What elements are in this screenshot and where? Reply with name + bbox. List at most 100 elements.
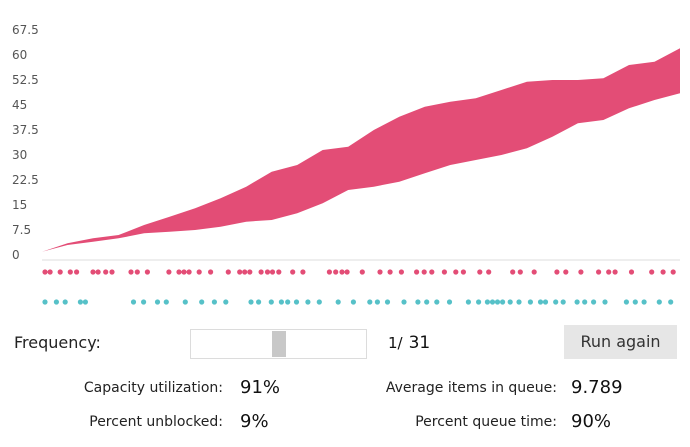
arrival-dot [57, 269, 63, 275]
arrival-dot [237, 269, 243, 275]
departure-dot [82, 299, 88, 305]
departure-dot [668, 299, 674, 305]
departure-dot [489, 299, 496, 305]
arrival-dot [333, 269, 339, 275]
arrival-dot [247, 269, 253, 275]
arrival-dot [242, 269, 248, 275]
departure-dot [582, 299, 588, 305]
arrival-dot [47, 269, 53, 275]
arrival-dot [414, 269, 420, 275]
arrival-dot [486, 269, 492, 275]
arrival-dot [225, 269, 231, 275]
departure-dot [537, 299, 544, 305]
arrival-dot [326, 269, 332, 275]
arrival-dot [42, 269, 48, 275]
arrival-dot [441, 269, 447, 275]
departure-dot [415, 299, 421, 305]
y-tick-label: 37.5 [12, 123, 39, 137]
y-tick-label: 45 [12, 98, 27, 112]
arrival-dot [74, 269, 80, 275]
arrival-dot [181, 269, 187, 275]
departure-dot [316, 299, 322, 305]
arrival-dot [90, 269, 96, 275]
arrival-dot [628, 269, 635, 275]
y-tick-label: 15 [12, 198, 27, 212]
capacity-utilization-label: Capacity utilization: [83, 380, 223, 396]
frequency-denominator: 31 [408, 333, 431, 353]
departure-dot [256, 299, 262, 305]
departure-dot [494, 299, 501, 305]
departure-dot [278, 299, 284, 305]
departure-dot [476, 299, 482, 305]
departure-dot [163, 299, 169, 305]
departure-dot [223, 299, 229, 305]
departure-dot [285, 299, 291, 305]
departure-dot [553, 299, 559, 305]
arrival-dot [453, 269, 459, 275]
departure-dot [211, 299, 217, 305]
frequency-value: 1/31 [388, 333, 430, 353]
departure-dot [77, 299, 83, 305]
departure-dot [53, 299, 60, 305]
arrival-dot [477, 269, 483, 275]
percent-queue-time-value: 90% [571, 411, 612, 432]
departure-dot [560, 299, 566, 305]
arrival-dot [377, 269, 383, 275]
arrival-dot [269, 269, 276, 275]
arrival-dot [95, 269, 101, 275]
arrival-dot [460, 269, 466, 275]
arrival-dot [196, 269, 202, 275]
arrival-dot [339, 269, 345, 275]
departure-dot [632, 299, 638, 305]
arrival-dot [109, 269, 115, 275]
departure-dot [384, 299, 391, 305]
arrival-dot [128, 269, 134, 275]
queue-chart: 0 7.5 15 22.5 30 37.5 45 52.5 60 67.5 [12, 23, 680, 305]
arrival-dot [554, 269, 560, 275]
departure-dot [527, 299, 534, 305]
arrival-dot [606, 269, 612, 275]
arrival-dot [67, 269, 73, 275]
departure-dot [199, 299, 205, 305]
average-items-value: 9.789 [571, 377, 623, 398]
departure-dot [335, 299, 341, 305]
departure-dot [268, 299, 274, 305]
percent-queue-time-label: Percent queue time: [415, 414, 557, 430]
frequency-slider[interactable] [190, 329, 367, 359]
queue-area [42, 48, 680, 252]
departure-dot [141, 299, 147, 305]
arrival-dot [264, 269, 271, 275]
departure-dot [154, 299, 161, 305]
departure-dot [374, 299, 380, 305]
departure-dot [424, 299, 430, 305]
event-dots [42, 269, 676, 305]
departure-dot [465, 299, 471, 305]
percent-unblocked-value: 9% [240, 411, 269, 432]
arrival-dot [660, 269, 666, 275]
arrival-dot [144, 269, 150, 275]
arrival-dot [517, 269, 523, 275]
departure-dot [542, 299, 549, 305]
arrival-dot [344, 269, 350, 275]
arrival-dot [208, 269, 214, 275]
departure-dot [446, 299, 453, 305]
run-again-button[interactable]: Run again [564, 325, 677, 359]
departure-dot [623, 299, 630, 305]
slider-thumb[interactable] [271, 331, 286, 357]
arrival-dot [103, 269, 109, 275]
departure-dot [367, 299, 373, 305]
departure-dot [62, 299, 68, 305]
departure-dot [305, 299, 311, 305]
departure-dot [591, 299, 597, 305]
frequency-numerator: 1/ [388, 334, 403, 352]
capacity-utilization-value: 91% [240, 377, 281, 398]
y-tick-label: 52.5 [12, 73, 39, 87]
arrival-dot [276, 269, 282, 275]
arrival-dot [398, 269, 404, 275]
departure-dot [401, 299, 407, 305]
arrival-dot [258, 269, 264, 275]
arrival-dot [300, 269, 306, 275]
arrival-dot [429, 269, 435, 275]
y-tick-label: 67.5 [12, 23, 39, 37]
departure-dot [507, 299, 513, 305]
